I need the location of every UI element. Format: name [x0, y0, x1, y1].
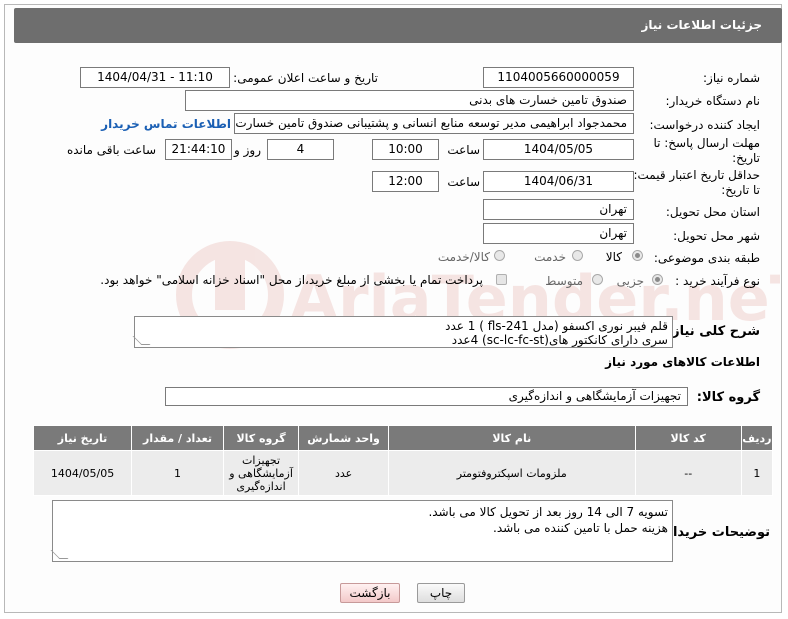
buyer-notes-label: توضیحات خریدار:: [660, 525, 770, 540]
category-service-radio[interactable]: [572, 250, 583, 261]
goods-group-field: تجهیزات آزمایشگاهی و اندازه‌گیری: [165, 387, 688, 406]
remaining-time-field: 21:44:10: [165, 139, 232, 160]
back-button[interactable]: بازگشت: [340, 583, 400, 603]
buyer-org-label: نام دستگاه خریدار:: [665, 94, 761, 108]
province-label: استان محل تحویل:: [665, 205, 760, 219]
description-label: شرح کلی نیاز:: [666, 324, 760, 339]
announce-label: تاریخ و ساعت اعلان عمومی:: [233, 71, 378, 85]
col-header-unit: واحد شمارش: [298, 425, 389, 451]
cell-unit: عدد: [298, 450, 389, 496]
creator-field: محمدجواد ابراهیمی مدیر توسعه منابع انسان…: [234, 113, 634, 134]
buyer-org-field: صندوق تامین خسارت های بدنی: [185, 90, 634, 111]
cell-group: تجهیزات آزمایشگاهی و اندازه‌گیری: [222, 450, 300, 496]
process-medium-radio[interactable]: [592, 274, 603, 285]
description-textarea[interactable]: قلم فیبر نوری اکسفو (مدل fls-241 ) 1 عدد…: [132, 316, 673, 348]
buyer-notes-line-1: تسویه 7 الی 14 روز بعد از تحویل کالا می …: [428, 505, 668, 519]
col-header-name: نام کالا: [387, 425, 636, 451]
goods-group-label: گروه کالا:: [696, 390, 760, 405]
buyer-notes-textarea[interactable]: تسویه 7 الی 14 روز بعد از تحویل کالا می …: [50, 500, 673, 562]
deadline-date-field: 1404/05/05: [483, 139, 634, 160]
col-header-code: کد کالا: [634, 425, 742, 451]
category-service-text: خدمت: [534, 250, 566, 264]
col-header-date: تاریخ نیاز: [32, 425, 133, 451]
panel-header: جزئیات اطلاعات نیاز: [14, 8, 782, 43]
creator-label: ایجاد کننده درخواست:: [649, 118, 760, 132]
buyer-notes-line-2: هزینه حمل با تامین کننده می باشد.: [493, 521, 668, 535]
process-small-text: جزیی: [616, 274, 644, 288]
price-time-field: 12:00: [372, 171, 439, 192]
city-field: تهران: [483, 223, 634, 244]
cell-row: 1: [740, 450, 774, 496]
resize-handle-icon[interactable]: [50, 550, 69, 559]
goods-info-title: اطلاعات کالاهای مورد نیاز: [605, 355, 760, 369]
category-both-radio[interactable]: [494, 250, 505, 261]
col-header-group: گروه کالا: [222, 425, 300, 451]
process-small-radio[interactable]: [652, 274, 663, 285]
price-date-field: 1404/06/31: [483, 171, 634, 192]
items-table: ردیف کد کالا نام کالا واحد شمارش گروه کا…: [32, 425, 774, 496]
need-number-label: شماره نیاز:: [703, 71, 760, 85]
deadline-label: مهلت ارسال پاسخ: تا: [653, 136, 760, 150]
description-line-2: سری دارای کانکتور های(sc-lc-fc-st) 4عدد: [451, 333, 668, 347]
deadline-label-date: تاریخ:: [732, 151, 760, 165]
process-label: نوع فرآیند خرید :: [675, 274, 760, 288]
treasury-checkbox[interactable]: [496, 274, 507, 285]
category-goods-text: کالا: [605, 250, 622, 264]
days-label: روز و: [234, 143, 261, 157]
table-row: 1 -- ملزومات اسپکتروفتومتر عدد تجهیزات آ…: [32, 450, 774, 496]
col-header-qty: تعداد / مقدار: [131, 425, 224, 451]
cell-name: ملزومات اسپکتروفتومتر: [387, 450, 636, 496]
deadline-time-label: ساعت: [447, 143, 480, 157]
cell-qty: 1: [131, 450, 224, 496]
process-medium-text: متوسط: [545, 274, 583, 288]
category-goods-radio[interactable]: [632, 250, 643, 261]
price-validity-label: حداقل تاریخ اعتبار قیمت:: [633, 168, 760, 182]
cell-date: 1404/05/05: [32, 450, 133, 496]
resize-handle-icon[interactable]: [132, 336, 151, 345]
need-number-field: 1104005660000059: [483, 67, 634, 88]
deadline-time-field: 10:00: [372, 139, 439, 160]
process-note: پرداخت تمام یا بخشی از مبلغ خرید،از محل …: [100, 273, 483, 287]
announce-field: 1404/04/31 - 11:10: [80, 67, 230, 88]
contact-buyer-link[interactable]: اطلاعات تماس خریدار: [101, 117, 231, 131]
cell-code: --: [634, 450, 742, 496]
col-header-row: ردیف: [740, 425, 774, 451]
category-both-text: کالا/خدمت: [437, 250, 490, 264]
category-label: طبقه بندی موضوعی:: [653, 251, 760, 265]
remaining-label: ساعت باقی مانده: [66, 143, 156, 157]
price-validity-label-date: تا تاریخ:: [721, 183, 760, 197]
price-time-label: ساعت: [447, 175, 480, 189]
province-field: تهران: [483, 199, 634, 220]
print-button[interactable]: چاپ: [417, 583, 465, 603]
city-label: شهر محل تحویل:: [673, 229, 760, 243]
days-field: 4: [267, 139, 334, 160]
description-line-1: قلم فیبر نوری اکسفو (مدل fls-241 ) 1 عدد: [445, 319, 668, 333]
panel-title: جزئیات اطلاعات نیاز: [641, 18, 762, 32]
